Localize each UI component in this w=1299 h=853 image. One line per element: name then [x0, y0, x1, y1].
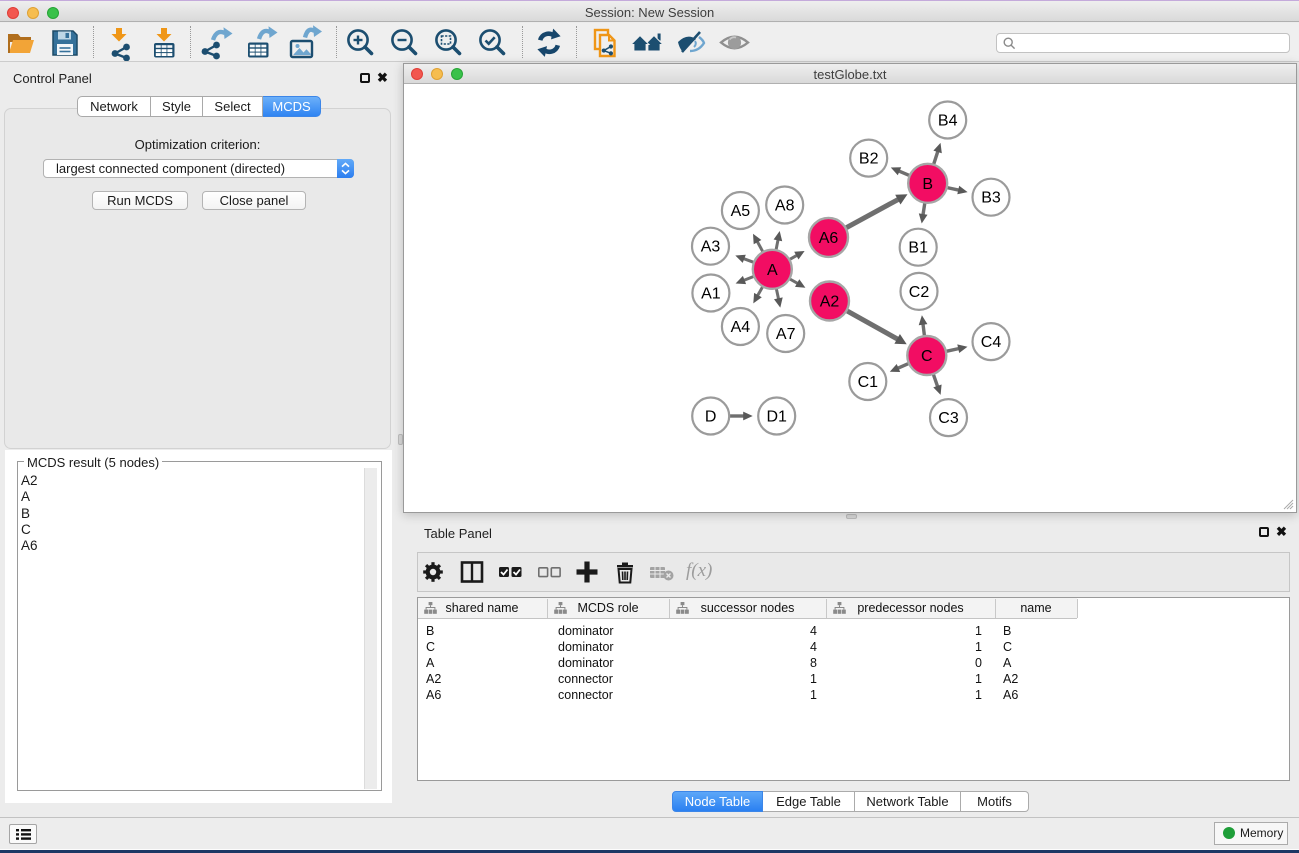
svg-text:A6: A6 [819, 230, 839, 247]
svg-text:D1: D1 [766, 409, 787, 426]
svg-text:A2: A2 [820, 294, 840, 311]
svg-text:C1: C1 [858, 374, 879, 391]
svg-text:B3: B3 [981, 190, 1001, 207]
svg-text:B1: B1 [908, 240, 928, 257]
svg-text:A: A [767, 262, 778, 279]
svg-text:A8: A8 [775, 198, 795, 215]
svg-text:A7: A7 [776, 326, 796, 343]
svg-text:B4: B4 [938, 113, 958, 130]
svg-text:A1: A1 [701, 286, 721, 303]
svg-text:A5: A5 [731, 203, 751, 220]
svg-text:C2: C2 [909, 284, 930, 301]
svg-text:A4: A4 [731, 319, 751, 336]
svg-text:B: B [922, 176, 933, 193]
svg-text:A3: A3 [701, 239, 721, 256]
svg-text:C: C [921, 348, 933, 365]
svg-text:B2: B2 [859, 151, 879, 168]
svg-text:D: D [705, 409, 717, 426]
svg-text:C3: C3 [938, 410, 959, 427]
svg-text:C4: C4 [981, 334, 1002, 351]
